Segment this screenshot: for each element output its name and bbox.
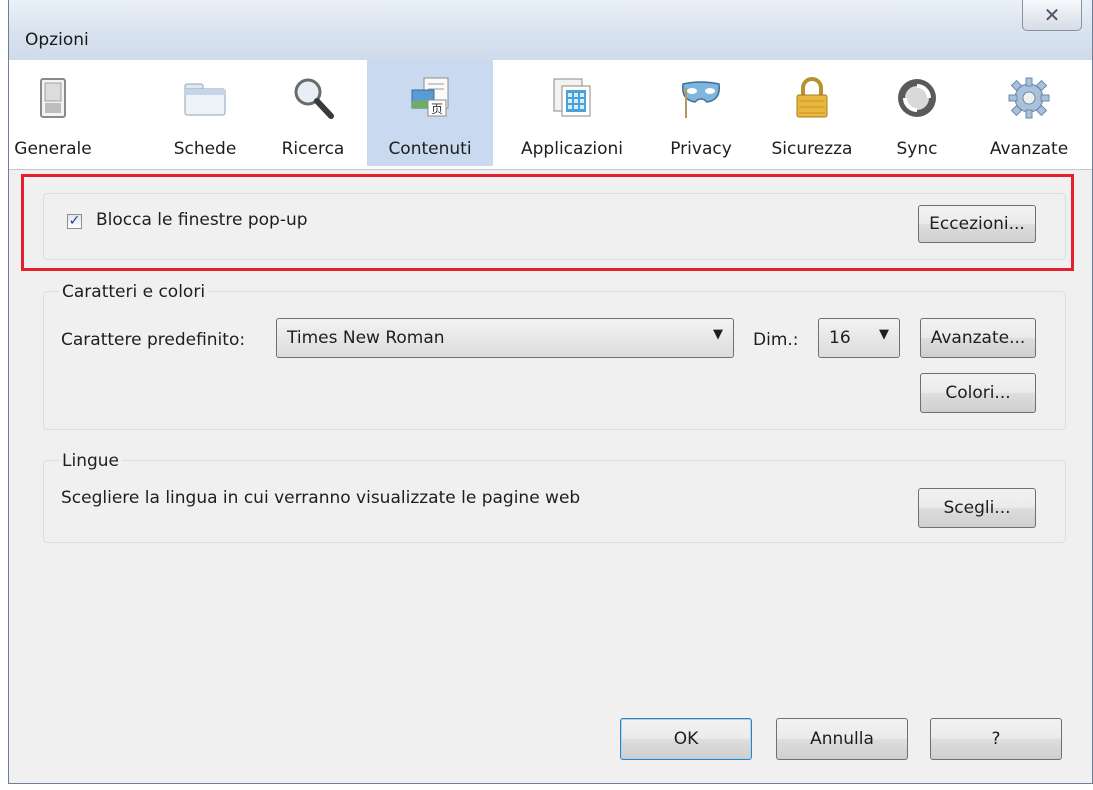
advanced-fonts-button[interactable]: Avanzate... (920, 318, 1036, 358)
highlight-box (21, 174, 1074, 271)
content-page-icon: 页 (411, 77, 449, 117)
applications-icon (553, 78, 591, 117)
padlock-icon (796, 77, 828, 118)
tab-label: Generale (14, 139, 92, 159)
tab-generale[interactable]: Generale (9, 60, 97, 166)
tab-applicazioni[interactable]: Applicazioni (505, 60, 639, 166)
tab-label: Avanzate (989, 139, 1069, 159)
default-font-label: Carattere predefinito: (61, 330, 246, 350)
languages-description: Scegliere la lingua in cui verranno visu… (61, 488, 581, 508)
default-font-select[interactable]: Times New Roman ▼ (276, 318, 734, 358)
switch-icon (40, 78, 66, 118)
tab-label: Applicazioni (521, 139, 623, 159)
cancel-button[interactable]: Annulla (776, 718, 908, 760)
tab-label: Sync (896, 139, 938, 159)
chevron-down-icon: ▼ (713, 327, 723, 342)
title-bar: Opzioni ✕ (9, 0, 1092, 60)
size-select[interactable]: 16 ▼ (818, 318, 900, 358)
category-toolbar: Generale Schede Ricerca 页 Contenuti Appl… (9, 60, 1092, 170)
tab-label: Sicurezza (771, 139, 853, 159)
default-font-value: Times New Roman (287, 328, 445, 348)
tab-schede[interactable]: Schede (167, 60, 243, 166)
tab-privacy[interactable]: Privacy (657, 60, 745, 166)
tab-label: Schede (173, 139, 237, 159)
ok-button[interactable]: OK (620, 718, 752, 760)
languages-legend: Lingue (59, 451, 122, 471)
mask-icon (682, 81, 720, 118)
fonts-group (43, 291, 1066, 430)
svg-text:页: 页 (431, 102, 443, 116)
tab-avanzate[interactable]: Avanzate (977, 60, 1081, 166)
tab-label: Ricerca (281, 139, 345, 159)
choose-language-button[interactable]: Scegli... (918, 488, 1036, 528)
tab-contenuti[interactable]: 页 Contenuti (367, 60, 493, 166)
window-title: Opzioni (25, 30, 89, 50)
tab-sicurezza[interactable]: Sicurezza (759, 60, 865, 166)
fonts-legend: Caratteri e colori (59, 282, 209, 302)
tab-label: Privacy (670, 139, 732, 159)
folder-tabs-icon (184, 83, 226, 116)
close-button[interactable]: ✕ (1022, 0, 1082, 31)
size-value: 16 (829, 328, 851, 348)
tab-ricerca[interactable]: Ricerca (275, 60, 351, 166)
chevron-down-icon: ▼ (879, 327, 889, 342)
tab-sync[interactable]: Sync (879, 60, 955, 166)
magnifier-icon (294, 78, 334, 119)
gear-icon (1008, 77, 1050, 119)
tab-label: Contenuti (388, 139, 472, 159)
sync-icon (898, 79, 936, 117)
size-label: Dim.: (753, 330, 799, 350)
help-button[interactable]: ? (930, 718, 1062, 760)
colors-button[interactable]: Colori... (920, 373, 1036, 413)
